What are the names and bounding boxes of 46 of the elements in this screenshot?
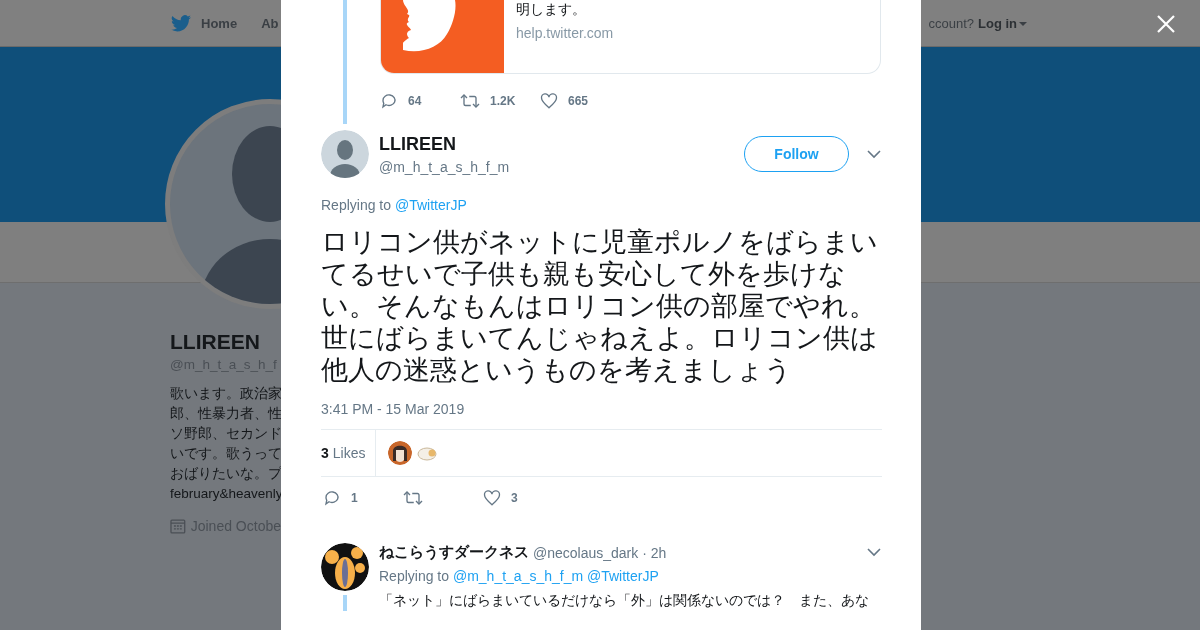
tweet-timestamp: 3:41 PM - 15 Mar 2019 [321, 401, 466, 417]
user-handle[interactable]: @necolaus_dark [533, 544, 639, 561]
replying-label: Replying to [321, 197, 392, 213]
mention-link[interactable]: @m_h_t_a_s_h_f_m [452, 568, 584, 584]
reply-text: 「ネット」にばらまいているだけなら「外」は関係ないのでは？ また、あな [379, 591, 870, 610]
avatar-icon[interactable] [321, 543, 369, 591]
account-prompt: ccount? [928, 15, 974, 31]
profile-name: LLIREEN [170, 330, 261, 354]
user-handle[interactable]: @m_h_t_a_s_h_f_m [379, 158, 744, 175]
tweet-text: ロリコン供がネットに児童ポルノをばらまいてるせいで子供も親も安心して外を歩けない。そんなもんはロリコン供の部屋でやれ。世にばらまいてんじゃねえよ。ロリコン供は他人の迷惑というものを考えましょう [321, 226, 879, 386]
bio-line: おばりたいな。プ [170, 465, 281, 483]
like-count: 3 [511, 491, 518, 505]
tweet-age: · 2h [642, 544, 667, 561]
mention-link[interactable]: @TwitterJP [587, 568, 659, 584]
reply-count: 1 [351, 491, 358, 505]
retweet-count: 1.2K [490, 94, 516, 108]
retweet-icon[interactable] [403, 489, 423, 507]
close-icon[interactable] [1156, 14, 1176, 34]
chevron-down-icon[interactable] [867, 548, 881, 557]
link-card[interactable]: 明します。 help.twitter.com [380, 0, 881, 74]
about-link[interactable]: Ab [261, 15, 279, 31]
follow-button[interactable]: Follow [744, 136, 849, 172]
reply-icon[interactable] [323, 489, 341, 507]
mention-link[interactable]: @TwitterJP [394, 197, 467, 213]
bio-line: february&heavenly [170, 485, 281, 503]
user-name[interactable]: ねこらうすダークネス [379, 543, 529, 562]
bio-line: いです。歌うって [170, 445, 281, 463]
reply-count: 64 [408, 94, 422, 108]
like-count: 665 [568, 94, 589, 108]
calendar-icon [170, 518, 186, 534]
card-domain: help.twitter.com [516, 25, 614, 41]
liker-avatar[interactable] [388, 441, 413, 465]
login-link[interactable]: Log in [978, 15, 1027, 31]
user-name[interactable]: LLIREEN [379, 133, 744, 155]
bio-line: ソ野郎、セカンド [170, 425, 281, 443]
retweet-icon[interactable] [460, 92, 480, 110]
card-text: 明します。 [516, 1, 586, 17]
likes-count[interactable]: 3 Likes [321, 430, 377, 476]
replying-label: Replying to [379, 568, 450, 584]
chevron-down-icon[interactable] [867, 149, 881, 159]
bio-line: 歌います。政治家 [170, 385, 281, 403]
heart-icon[interactable] [540, 92, 558, 110]
bio-line: 郎、性暴力者、性 [170, 405, 281, 423]
home-link[interactable]: Home [201, 15, 238, 31]
reply-icon[interactable] [380, 92, 398, 110]
heart-icon[interactable] [483, 489, 501, 507]
